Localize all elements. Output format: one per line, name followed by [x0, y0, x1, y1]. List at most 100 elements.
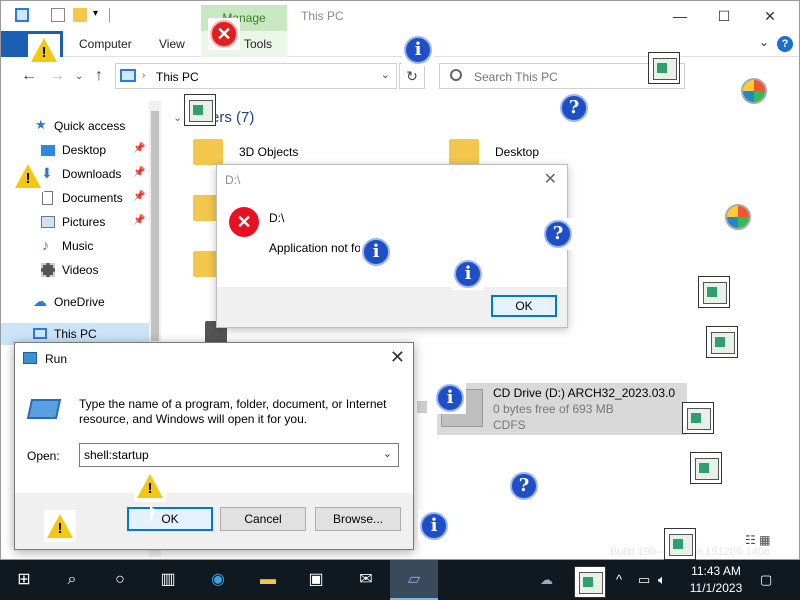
onedrive-tray-icon[interactable]: ☁	[540, 572, 553, 588]
network-icon[interactable]: ▭	[638, 572, 650, 588]
nav-scrollbar-thumb[interactable]	[151, 111, 159, 341]
pictures-icon	[41, 216, 55, 228]
pin-icon[interactable]: 📌	[133, 215, 145, 226]
window-icon	[574, 566, 606, 598]
drive-indicator	[417, 401, 427, 413]
file-explorer-taskbar-icon[interactable]: ▬	[256, 568, 280, 592]
taskbar: ⊞ ⌕ ○ ▥ ◉ ▬ ▣ ✉ ▱ ☁ ^ ▭ 🔈︎ 11:43 AM 11/1…	[0, 560, 800, 600]
error-dialog-title: D:\	[225, 173, 241, 187]
run-open-combobox[interactable]: ⌄	[79, 443, 399, 467]
windows-shield-icon	[722, 201, 754, 233]
run-ok-button[interactable]: OK	[127, 507, 213, 531]
cloud-icon: ☁	[33, 293, 47, 309]
sidebar-item-videos[interactable]: Videos	[1, 259, 149, 281]
star-icon: ★	[35, 117, 47, 132]
pc-icon	[15, 8, 29, 22]
cortana-circle-icon[interactable]: ○	[108, 568, 132, 592]
new-folder-icon[interactable]	[73, 8, 87, 22]
search-icon[interactable]: ⌕	[60, 568, 84, 592]
address-bar[interactable]: › This PC ⌄	[115, 63, 397, 89]
window-icon	[648, 52, 680, 84]
pc-icon	[120, 69, 136, 82]
error-dialog-close-button[interactable]: ✕	[544, 169, 557, 189]
tab-computer[interactable]: Computer	[79, 37, 132, 51]
run-close-button[interactable]: ✕	[390, 347, 405, 368]
search-icon	[450, 69, 462, 81]
run-taskbar-icon: ▱	[407, 571, 421, 588]
start-windows-icon[interactable]: ⊞	[12, 568, 36, 592]
pin-icon[interactable]: 📌	[133, 143, 145, 154]
window-icon	[184, 94, 216, 126]
back-arrow-icon[interactable]: ←	[21, 67, 37, 85]
warning-icon: !	[44, 510, 76, 542]
taskbar-run-active[interactable]: ▱	[390, 560, 438, 600]
cd-drive-free-space: 0 bytes free of 693 MB	[493, 402, 614, 416]
quick-access-dropdown-icon[interactable]: ▾	[93, 8, 107, 22]
sidebar-item-pictures[interactable]: Pictures 📌	[1, 211, 149, 233]
sidebar-item-label: Pictures	[62, 215, 106, 229]
sidebar-item-label: Desktop	[62, 143, 107, 157]
document-icon	[42, 191, 53, 205]
tab-view[interactable]: View	[159, 37, 185, 51]
tab-tools[interactable]: Tools	[244, 37, 272, 51]
cd-drive-filesystem: CDFS	[493, 418, 526, 432]
clock-date[interactable]: 11/1/2023	[686, 581, 746, 595]
clock-time[interactable]: 11:43 AM	[686, 564, 746, 578]
run-titlebar: Run ✕	[15, 343, 413, 373]
sidebar-item-music[interactable]: ♪ Music	[1, 235, 149, 257]
folders-group-header[interactable]: ers (7)	[211, 109, 254, 126]
minimize-button[interactable]: —	[665, 5, 695, 27]
sidebar-item-quick-access[interactable]: ★ Quick access	[1, 115, 149, 137]
info-icon: i	[418, 510, 450, 542]
mail-envelope-icon[interactable]: ✉	[354, 568, 378, 592]
error-ok-button[interactable]: OK	[491, 295, 557, 317]
sidebar-item-desktop[interactable]: Desktop 📌	[1, 139, 149, 161]
collapse-caret-icon[interactable]: ⌄	[173, 111, 182, 124]
properties-icon[interactable]	[51, 8, 65, 22]
info-icon: i	[434, 382, 466, 414]
desktop-icon	[41, 145, 55, 156]
folder-icon	[449, 139, 479, 165]
sidebar-item-label: This PC	[54, 327, 97, 341]
sidebar-item-label: Downloads	[62, 167, 122, 181]
store-bag-icon[interactable]: ▣	[304, 568, 328, 592]
close-button[interactable]: ✕	[755, 5, 785, 27]
error-icon: ✕	[208, 18, 240, 50]
search-input[interactable]	[474, 68, 674, 86]
pc-icon	[33, 328, 47, 339]
run-cancel-button[interactable]: Cancel	[220, 507, 306, 531]
run-open-input[interactable]	[84, 447, 374, 463]
folder-icon	[193, 139, 223, 165]
address-chevron-icon[interactable]: ›	[142, 70, 145, 81]
address-text: This PC	[156, 70, 199, 84]
show-hidden-icons-chevron[interactable]: ^	[616, 572, 622, 587]
recent-locations-icon[interactable]: ⌄	[75, 71, 83, 82]
forward-arrow-icon[interactable]: →	[49, 67, 65, 85]
question-icon: ?	[558, 92, 590, 124]
cd-drive-item[interactable]: CD Drive (D:) ARCH32_2023.03.0 0 bytes f…	[437, 383, 687, 435]
pin-icon[interactable]: 📌	[133, 167, 145, 178]
film-icon	[41, 263, 55, 277]
edge-browser-icon[interactable]: ◉	[206, 568, 230, 592]
sidebar-item-label: Quick access	[54, 119, 126, 133]
run-dropdown-icon[interactable]: ⌄	[383, 447, 392, 460]
refresh-button[interactable]: ↻	[399, 63, 425, 89]
maximize-button[interactable]: ☐	[709, 5, 739, 27]
pin-icon[interactable]: 📌	[133, 191, 145, 202]
windows-shield-icon	[738, 75, 770, 107]
task-view-icon[interactable]: ▥	[156, 568, 180, 592]
notification-icon[interactable]: ▢	[760, 572, 772, 588]
explorer-titlebar: ▾ Manage This PC — ☐ ✕	[1, 1, 799, 31]
up-arrow-icon[interactable]: ↑	[95, 67, 103, 85]
sidebar-item-onedrive[interactable]: ☁ OneDrive	[1, 291, 149, 313]
ribbon-expand-icon[interactable]: ⌄	[759, 35, 769, 49]
error-dialog-footer: OK	[217, 287, 567, 327]
address-dropdown-icon[interactable]: ⌄	[381, 68, 390, 81]
window-icon	[706, 326, 738, 358]
speaker-icon[interactable]: 🔈︎	[658, 572, 666, 588]
run-open-label: Open:	[27, 449, 60, 463]
warning-icon: !	[12, 160, 44, 192]
run-browse-button[interactable]: Browse...	[315, 507, 401, 531]
help-icon[interactable]: ?	[777, 36, 793, 52]
view-toggle-icons[interactable]: ☷ ▦	[745, 533, 770, 547]
